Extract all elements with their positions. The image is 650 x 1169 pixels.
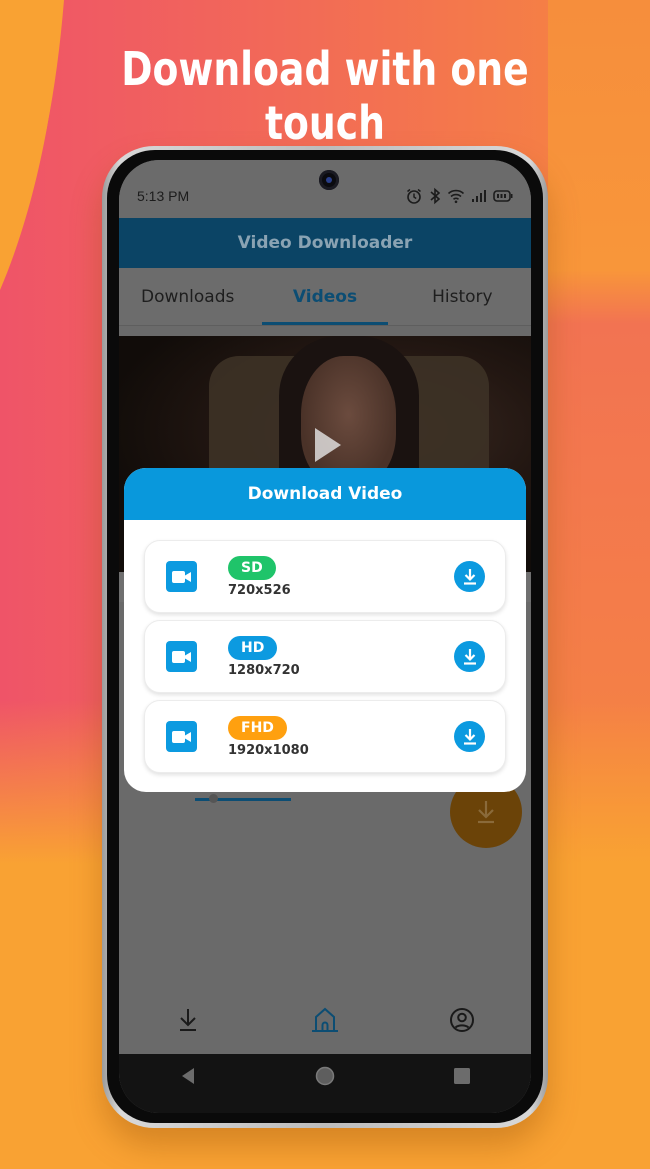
system-nav-bar [119,1054,531,1113]
download-icon [179,1009,196,1031]
quality-option-sd[interactable]: SD 720x526 [144,540,506,613]
download-icon [463,728,476,745]
home-icon [311,1007,338,1032]
video-camera-icon [166,641,197,672]
signal-icon [471,189,487,203]
download-button-fhd[interactable] [454,721,485,752]
quality-badge: SD [228,555,276,580]
front-camera [319,170,339,190]
nav-home[interactable] [256,1006,393,1034]
resolution-label: 1280x720 [228,662,300,678]
home-circle-icon [315,1066,335,1085]
dialog-title: Download Video [247,484,403,504]
alarm-icon [405,187,423,205]
nav-profile[interactable] [394,1007,531,1033]
status-time: 5:13 PM [137,188,190,204]
download-icon [478,801,494,824]
app-title: Video Downloader [237,233,413,253]
wifi-icon [447,188,465,204]
tab-bar: Downloads Videos History [119,268,531,326]
system-recents-button[interactable] [394,1067,531,1084]
quality-badge: HD [228,635,278,660]
progress-knob [209,794,218,803]
quality-option-fhd[interactable]: FHD 1920x1080 [144,700,506,773]
battery-icon [493,189,513,203]
resolution-label: 720x526 [228,582,291,598]
download-button-hd[interactable] [454,641,485,672]
play-icon[interactable] [315,428,341,462]
download-button-sd[interactable] [454,561,485,592]
app-bar: Video Downloader [119,218,531,268]
bottom-nav [119,986,531,1054]
bluetooth-icon [429,187,441,205]
quality-badge: FHD [228,715,287,740]
video-camera-icon [166,721,197,752]
nav-downloads[interactable] [119,1007,256,1033]
quality-option-hd[interactable]: HD 1280x720 [144,620,506,693]
video-camera-icon [166,561,197,592]
tab-videos[interactable]: Videos [256,268,393,325]
download-dialog: Download Video SD 720x526 HD 1280x720 FH… [124,468,526,792]
resolution-label: 1920x1080 [228,742,309,758]
tab-downloads[interactable]: Downloads [119,268,256,325]
download-icon [463,648,476,665]
system-home-button[interactable] [256,1066,393,1086]
download-icon [463,568,476,585]
back-icon [181,1067,194,1084]
promo-headline: Download with one touch [121,42,529,150]
recents-icon [454,1067,471,1084]
dialog-header: Download Video [124,468,526,520]
profile-icon [450,1008,475,1032]
system-back-button[interactable] [119,1067,256,1085]
tab-history[interactable]: History [394,268,531,325]
